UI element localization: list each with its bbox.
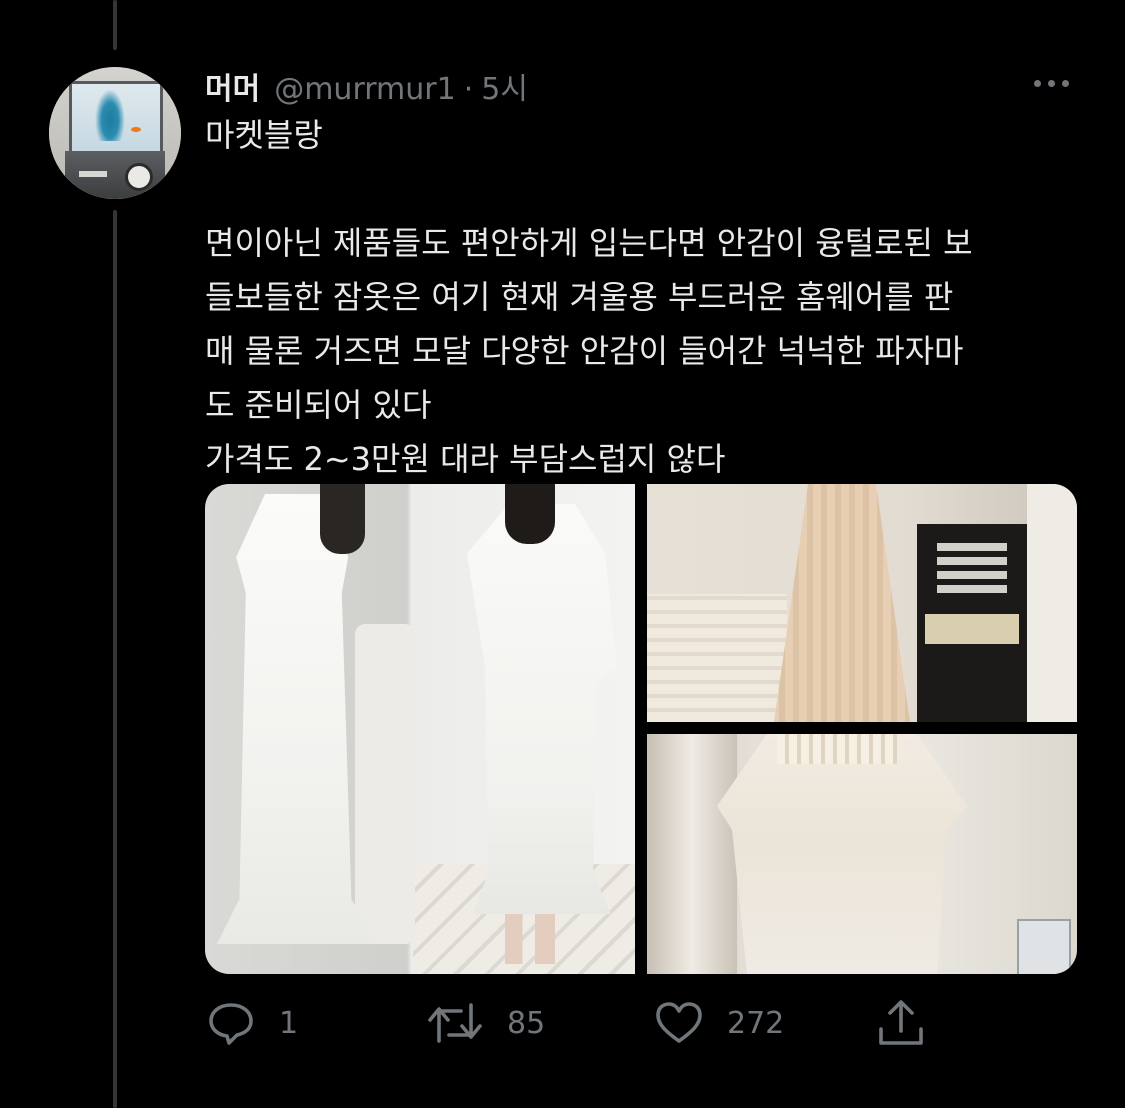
tweet-actions: 1 85 272 — [205, 998, 1080, 1048]
like-count: 272 — [727, 1005, 785, 1041]
tweet-line: 매 물론 거즈면 모달 다양한 안감이 들어간 넉넉한 파자마 — [205, 332, 964, 370]
thread-line-top — [113, 0, 117, 50]
retweet-count: 85 — [507, 1005, 546, 1041]
like-button[interactable]: 272 — [655, 998, 784, 1048]
reply-button[interactable]: 1 — [207, 998, 298, 1048]
thread-line-bottom — [113, 210, 117, 1108]
photo-chair-back — [937, 539, 1007, 599]
photo-book — [1017, 919, 1071, 974]
share-upload-icon — [879, 1000, 923, 1045]
photo-blanket — [647, 594, 787, 722]
tweet-line-blank — [205, 162, 1080, 216]
more-dots-icon — [1061, 79, 1069, 87]
photo-wall — [1027, 484, 1077, 722]
photo-chair-seat — [925, 614, 1019, 644]
avatar-plant — [95, 89, 125, 141]
user-handle[interactable]: @murrmur1 — [274, 72, 456, 107]
reply-count: 1 — [279, 1005, 299, 1041]
avatar-label — [79, 171, 107, 177]
photo-model-hair — [505, 484, 555, 544]
photo-beige-robe[interactable] — [647, 484, 1077, 722]
display-name[interactable]: 머머 — [205, 64, 260, 108]
tweet-line: 도 준비되어 있다 — [205, 386, 432, 424]
share-button[interactable] — [877, 998, 925, 1048]
tweet-timestamp[interactable]: 5시 — [481, 64, 528, 108]
reply-bubble-icon — [209, 1003, 253, 1045]
tweet-text: 마켓블랑 면이아닌 제품들도 편안하게 입는다면 안감이 융털로된 보 들보들한… — [205, 108, 1080, 486]
retweet-arrows-icon — [428, 1003, 482, 1043]
avatar[interactable] — [49, 67, 181, 199]
retweet-button[interactable]: 85 — [427, 998, 545, 1048]
heart-outline-icon — [656, 1002, 702, 1043]
photo-dress-short-sleeve — [217, 494, 377, 944]
tweet-header: 머머 @murrmur1 · 5시 — [205, 64, 528, 107]
more-dots-icon — [1033, 79, 1041, 87]
photo-door — [647, 734, 737, 974]
photo-bed — [355, 624, 415, 944]
more-dots-icon — [1047, 79, 1055, 87]
photo-model-legs — [505, 914, 555, 964]
tweet-line: 가격도 2~3만원 대라 부담스럽지 않다 — [205, 440, 726, 478]
separator-dot: · — [463, 72, 474, 107]
media-grid — [205, 484, 1077, 974]
photo-model-hair — [320, 484, 365, 554]
more-options-button[interactable] — [1024, 68, 1078, 98]
tweet-line: 들보들한 잠옷은 여기 현재 겨울용 부드러운 홈웨어를 판 — [205, 278, 954, 316]
avatar-knob — [125, 163, 153, 191]
photo-ruffle-collar — [777, 734, 897, 764]
tweet-line: 마켓블랑 — [205, 116, 323, 154]
avatar-fish — [131, 127, 141, 132]
photo-ruffle-nightgown[interactable] — [647, 734, 1077, 974]
photo-dress-long-sleeve — [467, 504, 617, 914]
photo-white-nightgowns[interactable] — [205, 484, 635, 974]
tweet-line: 면이아닌 제품들도 편안하게 입는다면 안감이 융털로된 보 — [205, 224, 973, 262]
photo-cream-dress — [717, 734, 967, 974]
